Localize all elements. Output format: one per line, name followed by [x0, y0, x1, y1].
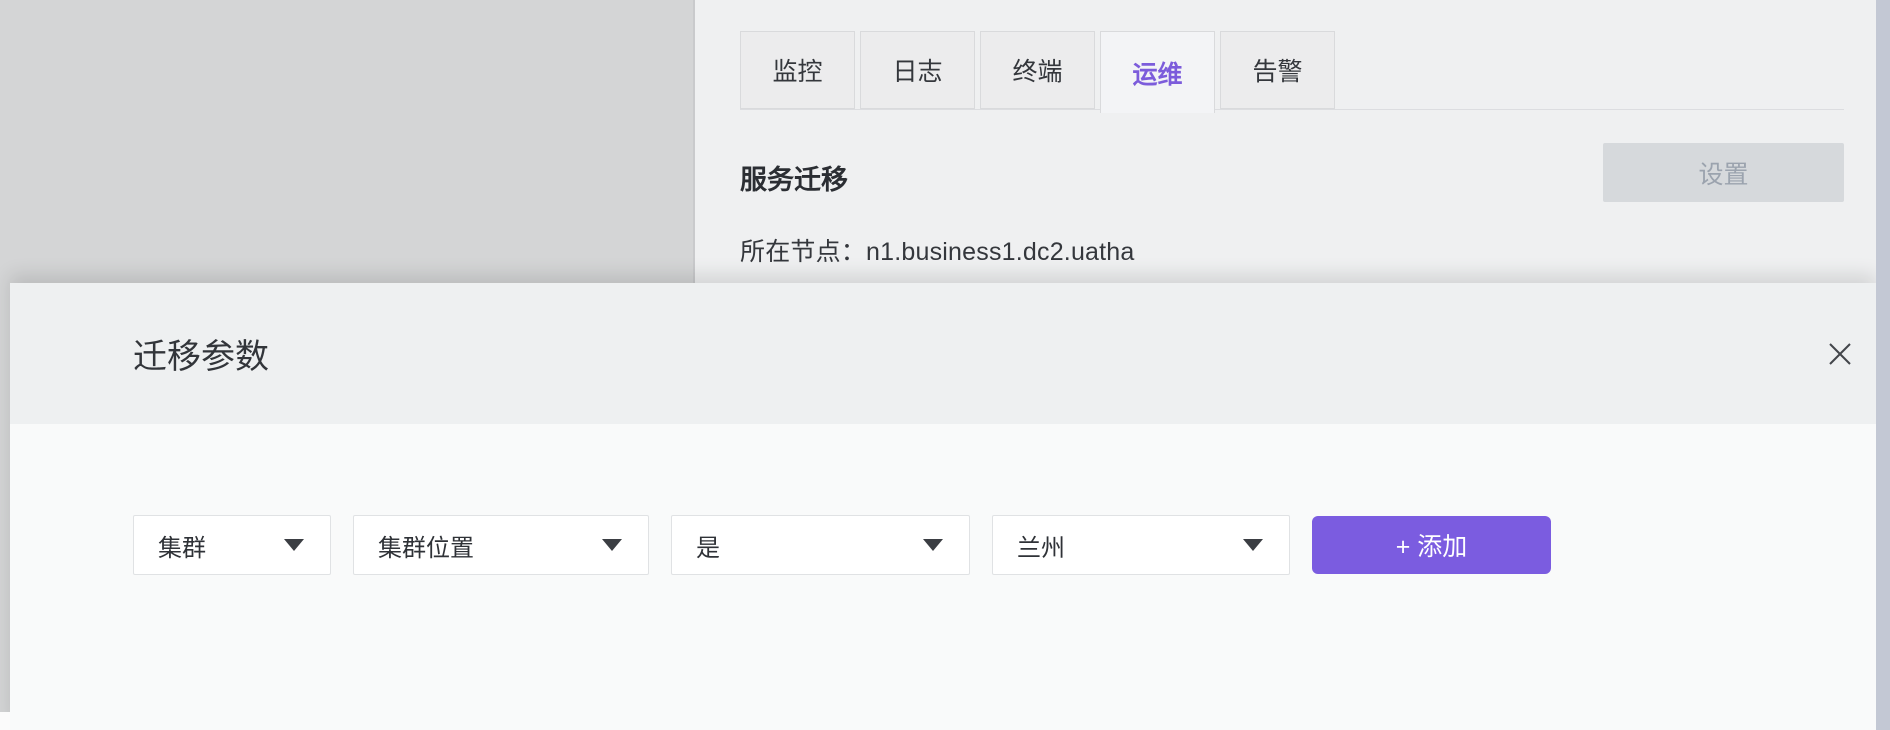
screen: 监控 日志 终端 运维 告警 服务迁移 设置 所在节点：n1.business1…: [0, 0, 1890, 730]
tab-monitoring[interactable]: 监控: [740, 31, 855, 109]
current-node-line: 所在节点：n1.business1.dc2.uatha: [740, 232, 1135, 268]
drawer-header: 迁移参数: [10, 283, 1876, 424]
add-button[interactable]: + 添加: [1312, 516, 1551, 574]
section-title-service-migration: 服务迁移: [740, 158, 848, 197]
drawer-title: 迁移参数: [133, 283, 269, 424]
close-button[interactable]: [1822, 336, 1858, 372]
select-value-value: 兰州: [1017, 528, 1065, 563]
select-category-value: 集群: [158, 528, 206, 563]
tab-logs[interactable]: 日志: [860, 31, 975, 109]
select-attribute[interactable]: 集群位置: [353, 515, 649, 575]
select-value[interactable]: 兰州: [992, 515, 1290, 575]
tab-terminal[interactable]: 终端: [980, 31, 1095, 109]
select-attribute-value: 集群位置: [378, 528, 474, 563]
select-operator-value: 是: [696, 528, 720, 563]
param-fields-row: 集群 集群位置 是 兰州 + 添加: [133, 515, 1551, 575]
migration-params-drawer: 迁移参数 集群 集群位置 是: [10, 283, 1876, 730]
current-node-label: 所在节点：: [740, 238, 866, 266]
tab-bar: 监控 日志 终端 运维 告警: [740, 31, 1335, 113]
close-icon: [1829, 343, 1851, 365]
select-category[interactable]: 集群: [133, 515, 331, 575]
caret-down-icon: [602, 539, 622, 551]
current-node-value: n1.business1.dc2.uatha: [866, 238, 1135, 266]
caret-down-icon: [284, 539, 304, 551]
tab-alerts[interactable]: 告警: [1220, 31, 1335, 109]
settings-button[interactable]: 设置: [1603, 143, 1844, 202]
background-bottom-left-corner: [0, 712, 10, 730]
caret-down-icon: [1243, 539, 1263, 551]
tab-operations[interactable]: 运维: [1100, 31, 1215, 113]
caret-down-icon: [923, 539, 943, 551]
scrollbar-track[interactable]: [1876, 0, 1890, 730]
select-operator[interactable]: 是: [671, 515, 970, 575]
